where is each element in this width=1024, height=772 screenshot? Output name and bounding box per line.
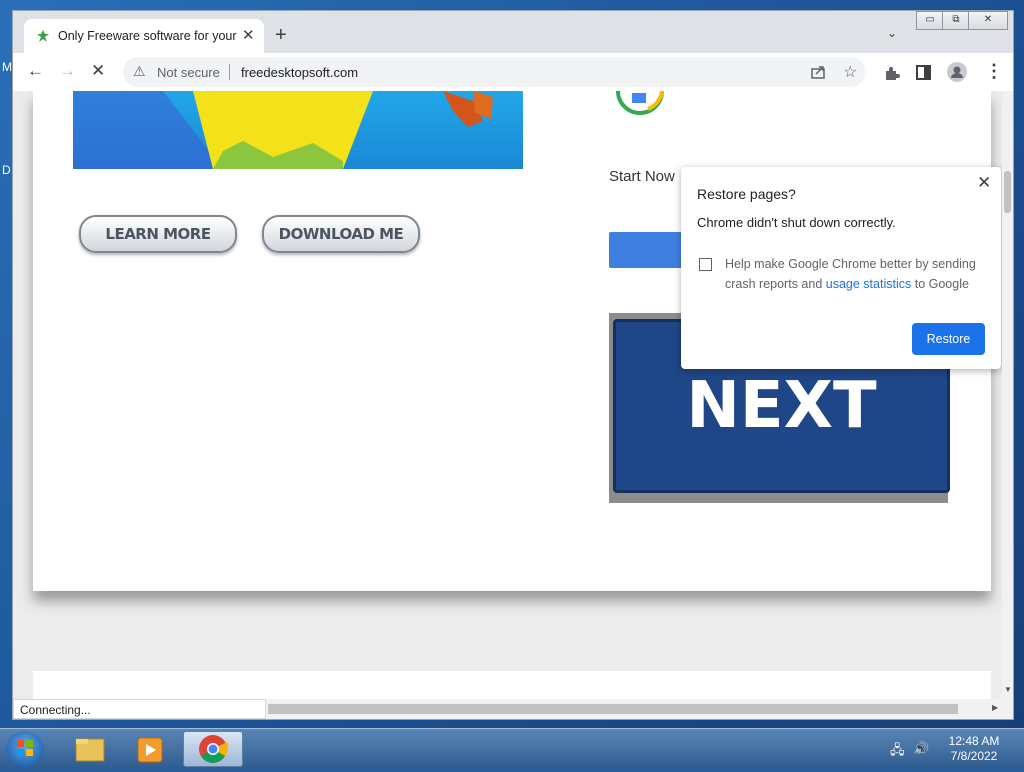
dialog-title: Restore pages? [697,186,796,202]
media-player-icon [137,737,163,763]
windows-taskbar: 🖧 🔊 12:48 AM 7/8/2022 [0,728,1024,769]
chrome-window: Only Freeware software for your ✕ + ⌄ ▭ … [12,10,1014,720]
vertical-scroll-thumb[interactable] [1004,171,1011,213]
tab-title: Only Freeware software for your [58,29,237,43]
browser-tab[interactable]: Only Freeware software for your ✕ [24,19,264,53]
taskbar-explorer[interactable] [62,731,118,767]
crash-report-text-part: to Google [914,277,969,291]
tab-strip: Only Freeware software for your ✕ + ⌄ ▭ … [13,11,1013,53]
status-bubble: Connecting... [13,699,266,719]
horizontal-scrollbar[interactable]: ▶ [266,699,1002,719]
profile-avatar-icon[interactable] [947,62,967,82]
extensions-puzzle-icon[interactable] [884,65,900,81]
chrome-icon [199,735,229,763]
browser-toolbar: ← → ✕ ⚠ Not secure freedesktopsoft.com ☆… [13,53,1013,92]
start-button[interactable] [6,731,44,767]
omnibox-divider [229,64,230,80]
windows-logo-icon [17,740,33,756]
hero-banner-image [73,91,523,169]
address-bar[interactable]: ⚠ Not secure freedesktopsoft.com ☆ [123,57,865,87]
hero-illustration-icon [73,91,493,169]
menu-kebab-icon[interactable]: ⋮ [985,61,1003,81]
network-icon[interactable]: 🖧 [890,741,905,763]
clock-time: 12:48 AM [948,734,1000,748]
restore-pages-dialog: Restore pages? ✕ Chrome didn't shut down… [681,167,1001,369]
clock-date: 7/8/2022 [950,749,998,763]
scroll-right-arrow-icon[interactable]: ▶ [992,703,998,712]
crash-report-checkbox[interactable] [699,258,712,271]
minimize-button[interactable]: ▭ [916,11,944,30]
back-icon[interactable]: ← [27,61,44,81]
restore-button[interactable]: Restore [912,323,985,355]
security-label[interactable]: Not secure [157,65,220,80]
maximize-button[interactable]: ⧉ [942,11,970,30]
share-icon[interactable] [811,65,827,79]
folder-icon [75,738,105,762]
download-me-button[interactable]: DOWNLOAD ME [262,215,420,253]
logo-partial-icon [616,91,664,115]
desktop-icon-label: D [2,163,11,177]
side-panel-icon[interactable] [916,65,931,80]
new-tab-icon[interactable]: + [275,25,287,45]
close-window-button[interactable]: ✕ [968,11,1008,30]
page-viewport: LEARN MORE DOWNLOAD ME Start Now NEXT Re… [13,91,1002,719]
taskbar-chrome[interactable] [183,731,243,767]
desktop-icon-label: M [2,60,12,74]
usage-statistics-link[interactable]: usage statistics [826,277,911,291]
url-text[interactable]: freedesktopsoft.com [241,65,358,80]
tab-search-chevron-icon[interactable]: ⌄ [887,26,897,40]
learn-more-button[interactable]: LEARN MORE [79,215,237,253]
site-favicon-icon [37,30,49,42]
tab-close-icon[interactable]: ✕ [242,26,255,44]
vertical-scrollbar[interactable]: ▼ [1002,91,1013,719]
stop-loading-icon[interactable]: ✕ [91,61,105,81]
forward-icon[interactable]: → [59,61,76,81]
start-now-text: Start Now [609,168,675,185]
warning-icon[interactable]: ⚠ [133,63,146,80]
dialog-close-icon[interactable]: ✕ [977,173,991,193]
dialog-message: Chrome didn't shut down correctly. [697,215,896,230]
volume-icon[interactable]: 🔊 [913,741,929,757]
horizontal-scroll-thumb[interactable] [268,704,958,714]
crash-report-text: Help make Google Chrome better by sendin… [725,254,985,294]
system-clock[interactable]: 12:48 AM 7/8/2022 [944,734,1004,764]
taskbar-media-player[interactable] [122,731,178,767]
bookmark-star-icon[interactable]: ☆ [843,62,857,82]
scroll-down-arrow-icon[interactable]: ▼ [1004,685,1012,694]
